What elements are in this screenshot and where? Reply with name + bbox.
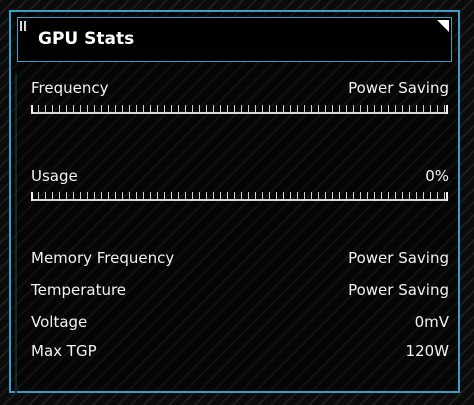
usage-row: Usage 0% <box>31 164 449 188</box>
temperature-value: Power Saving <box>348 281 449 299</box>
voltage-value: 0mV <box>414 313 449 331</box>
frequency-row: Frequency Power Saving <box>31 76 449 100</box>
panel-body: Frequency Power Saving Usage 0% Memory F… <box>11 12 458 391</box>
usage-slider[interactable] <box>31 192 448 201</box>
frequency-slider-end-cap <box>446 105 448 114</box>
temperature-row: Temperature Power Saving <box>31 278 449 302</box>
frequency-slider[interactable] <box>31 105 448 114</box>
voltage-label: Voltage <box>31 313 88 331</box>
usage-slider-track <box>31 199 448 201</box>
memory-frequency-row: Memory Frequency Power Saving <box>31 246 449 270</box>
frequency-slider-start-cap <box>31 105 33 114</box>
temperature-label: Temperature <box>31 281 127 299</box>
max-tgp-label: Max TGP <box>31 342 97 360</box>
frequency-slider-track <box>31 112 448 114</box>
usage-slider-end-cap <box>446 192 448 201</box>
frequency-value: Power Saving <box>348 79 449 97</box>
max-tgp-value: 120W <box>405 342 449 360</box>
max-tgp-row: Max TGP 120W <box>31 339 449 363</box>
usage-slider-start-cap <box>31 192 33 201</box>
gpu-stats-panel: GPU Stats Frequency Power Saving Usage 0… <box>9 10 460 393</box>
frequency-label: Frequency <box>31 79 109 97</box>
usage-value: 0% <box>425 167 449 185</box>
usage-label: Usage <box>31 167 78 185</box>
voltage-row: Voltage 0mV <box>31 310 449 334</box>
memory-frequency-label: Memory Frequency <box>31 249 175 267</box>
memory-frequency-value: Power Saving <box>348 249 449 267</box>
